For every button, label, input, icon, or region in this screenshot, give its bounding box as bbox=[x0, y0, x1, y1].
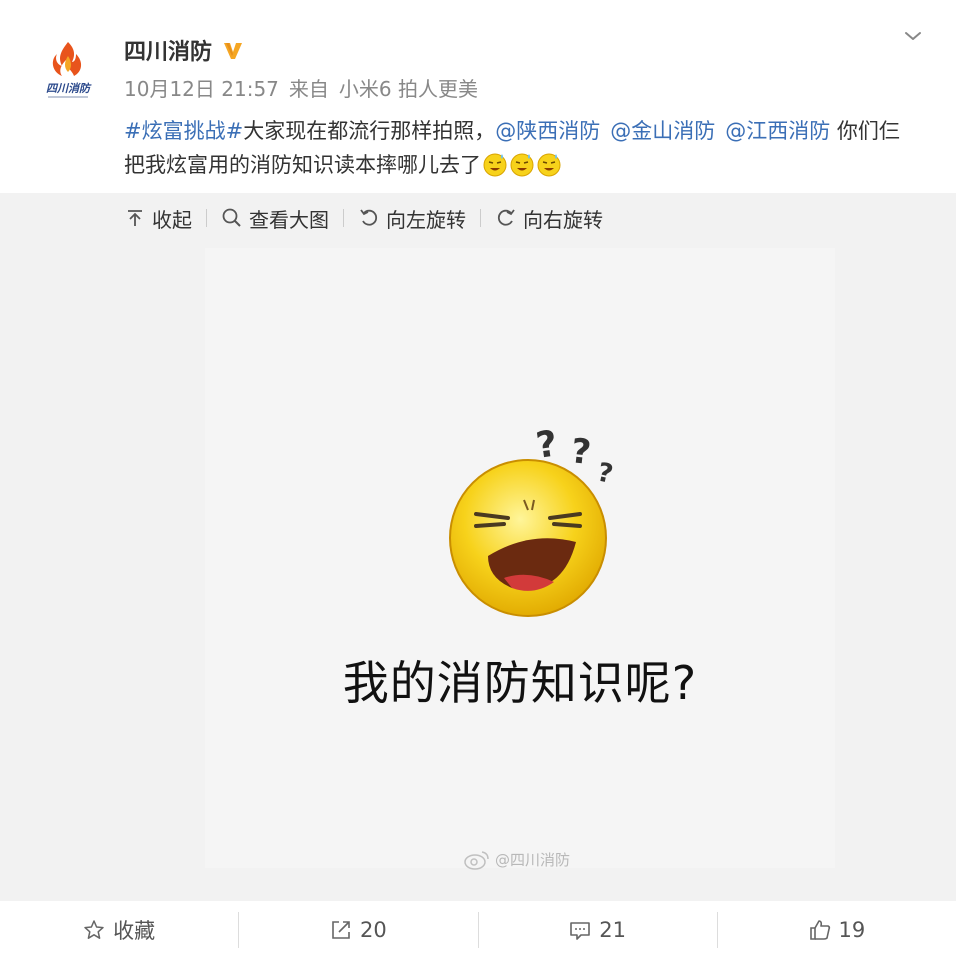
sweat-smile-emoji-icon bbox=[537, 153, 561, 177]
rotate-right-button[interactable]: 向右旋转 bbox=[495, 204, 603, 233]
fire-logo-icon: 四川消防 bbox=[46, 42, 92, 98]
view-large-label: 查看大图 bbox=[249, 207, 329, 232]
hashtag-link[interactable]: #炫富挑战# bbox=[124, 119, 243, 143]
rotate-left-label: 向左旋转 bbox=[386, 207, 466, 232]
chevron-down-icon[interactable] bbox=[901, 24, 925, 48]
action-bar: 收藏 20 21 19 bbox=[0, 901, 956, 958]
toolbar-divider bbox=[480, 209, 481, 227]
rotate-right-label: 向右旋转 bbox=[523, 207, 603, 232]
rotate-right-icon bbox=[497, 209, 515, 226]
post-meta: 10月12日 21:57 来自 小米6 拍人更美 bbox=[124, 75, 488, 103]
view-large-button[interactable]: 查看大图 bbox=[221, 204, 329, 233]
collapse-button[interactable]: 收起 bbox=[124, 204, 192, 233]
svg-text:?: ? bbox=[569, 431, 593, 473]
media-panel: 收起 查看大图 向左旋转 向右旋转 ? ? ? 我的消防知识呢? @四川消防 bbox=[0, 193, 956, 901]
rotate-left-icon bbox=[360, 209, 378, 226]
post-text: #炫富挑战#大家现在都流行那样拍照，@陕西消防 @金山消防 @江西消防 你们仨把我炫… bbox=[124, 114, 914, 182]
avatar[interactable]: 四川消防 bbox=[30, 30, 106, 106]
watermark-label: @四川消防 bbox=[495, 850, 571, 869]
mention-link-1[interactable]: @陕西消防 bbox=[495, 119, 600, 143]
account-name-label: 四川消防 bbox=[124, 40, 213, 65]
mention-link-2[interactable]: @金山消防 bbox=[610, 119, 715, 143]
favorite-label: 收藏 bbox=[113, 918, 156, 943]
weibo-logo-icon bbox=[464, 851, 489, 870]
image-watermark: @四川消防 bbox=[463, 848, 570, 870]
svg-text:?: ? bbox=[595, 458, 616, 490]
post-time[interactable]: 10月12日 21:57 bbox=[124, 75, 279, 103]
source-prefix: 来自 bbox=[288, 77, 329, 101]
confused-grin-emoji-icon: ? ? ? bbox=[449, 423, 616, 617]
collapse-icon bbox=[128, 210, 142, 226]
like-count: 19 bbox=[838, 917, 866, 942]
repost-icon bbox=[332, 920, 350, 939]
search-icon bbox=[222, 208, 241, 227]
weibo-post: 四川消防 四川消防 10月12日 21:57 来自 小米6 拍人更美 #炫富挑战… bbox=[0, 0, 956, 958]
sweat-smile-emoji-icon bbox=[483, 153, 507, 177]
star-icon bbox=[84, 919, 104, 939]
comment-count: 21 bbox=[599, 917, 626, 942]
repost-button[interactable]: 20 bbox=[239, 901, 477, 958]
rotate-left-button[interactable]: 向左旋转 bbox=[358, 204, 466, 233]
mention-link-3[interactable]: @江西消防 bbox=[725, 119, 830, 143]
thumbs-up-icon bbox=[809, 919, 830, 940]
collapse-label: 收起 bbox=[152, 207, 192, 232]
repost-count: 20 bbox=[360, 917, 387, 942]
post-source[interactable]: 小米6 拍人更美 bbox=[339, 75, 478, 103]
like-button[interactable]: 19 bbox=[718, 901, 956, 958]
media-toolbar: 收起 查看大图 向左旋转 向右旋转 bbox=[124, 201, 603, 235]
comment-button[interactable]: 21 bbox=[479, 901, 717, 958]
toolbar-divider bbox=[343, 209, 344, 227]
account-name[interactable]: 四川消防 bbox=[124, 35, 244, 65]
sweat-smile-emoji-icon bbox=[510, 153, 534, 177]
favorite-button[interactable]: 收藏 bbox=[0, 901, 238, 958]
verified-icon bbox=[224, 43, 243, 59]
image-caption: 我的消防知识呢? bbox=[342, 656, 698, 710]
post-text-part1: 大家现在都流行那样拍照， bbox=[243, 119, 496, 143]
post-image[interactable]: ? ? ? 我的消防知识呢? @四川消防 bbox=[205, 248, 835, 870]
toolbar-divider bbox=[206, 209, 207, 227]
svg-text:?: ? bbox=[534, 423, 560, 467]
logo-text: 四川消防 bbox=[46, 82, 92, 95]
comment-icon bbox=[570, 921, 591, 940]
